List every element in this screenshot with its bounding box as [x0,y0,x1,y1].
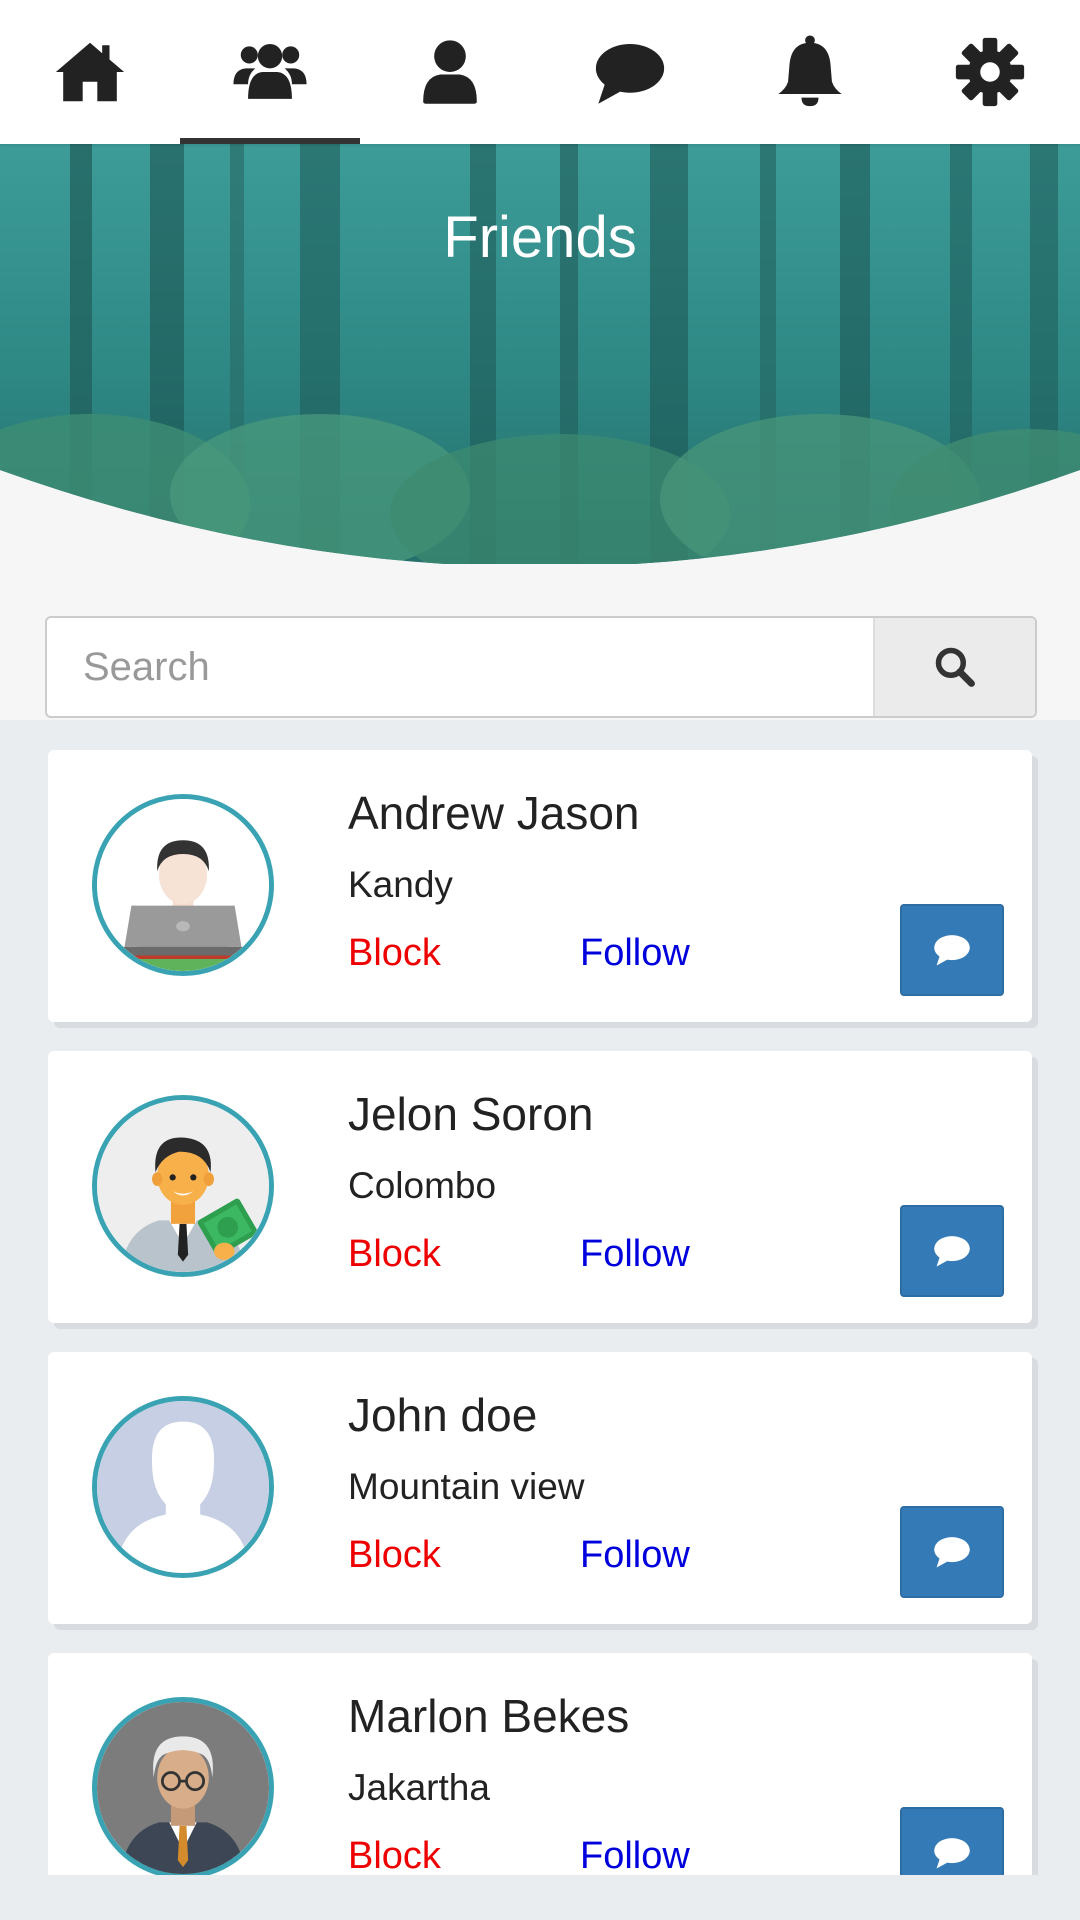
friend-name: John doe [348,1389,538,1441]
search-button[interactable] [873,618,1035,716]
friend-location: Mountain view [348,1466,585,1507]
comment-icon [934,935,970,966]
comment-icon [934,1537,970,1568]
search-icon [935,647,975,687]
friend-name: Marlon Bekes [348,1690,630,1742]
search-input[interactable] [47,618,873,716]
block-link[interactable]: Block [348,1233,441,1276]
man-with-laptop-avatar [97,799,269,971]
tab-notifications[interactable] [720,0,900,144]
bell-icon [778,35,842,107]
friend-location: Kandy [348,864,453,905]
friend-location: Jakartha [348,1767,490,1808]
gear-icon [955,37,1025,107]
friend-card: John doe Mountain view Block Follow [48,1352,1032,1624]
avatar [92,1697,274,1875]
comment-icon [934,1236,970,1267]
home-icon [55,42,125,102]
tab-messages[interactable] [540,0,720,144]
message-button[interactable] [900,1205,1004,1297]
follow-link[interactable]: Follow [580,1835,690,1875]
businessman-with-money-avatar [97,1100,269,1272]
search-section [0,564,1080,720]
avatar [92,1396,274,1578]
tab-home[interactable] [0,0,180,144]
older-man-glasses-avatar [97,1702,269,1874]
message-button[interactable] [900,904,1004,996]
profile-icon [423,40,477,104]
block-link[interactable]: Block [348,932,441,975]
follow-link[interactable]: Follow [580,1534,690,1577]
avatar [92,794,274,976]
chat-icon [595,43,665,104]
avatar [92,1095,274,1277]
follow-link[interactable]: Follow [580,932,690,975]
friends-icon [233,43,307,99]
page-title: Friends [443,205,637,270]
friend-name: Andrew Jason [348,787,640,839]
tab-friends[interactable] [180,0,360,144]
friend-name: Jelon Soron [348,1088,594,1140]
block-link[interactable]: Block [348,1534,441,1577]
friend-card: Marlon Bekes Jakartha Block Follow [48,1653,1032,1875]
friend-card: Jelon Soron Colombo Block Follow [48,1051,1032,1323]
friends-list: Andrew Jason Kandy Block Follow Jelon So… [0,720,1080,1875]
friend-card: Andrew Jason Kandy Block Follow [48,750,1032,1022]
message-button[interactable] [900,1506,1004,1598]
block-link[interactable]: Block [348,1835,441,1875]
comment-icon [934,1838,970,1869]
top-navigation [0,0,1080,144]
follow-link[interactable]: Follow [580,1233,690,1276]
message-button[interactable] [900,1807,1004,1875]
tab-settings[interactable] [900,0,1080,144]
friend-location: Colombo [348,1165,497,1206]
default-silhouette-avatar [97,1401,269,1573]
hero-banner: Friends [0,144,1080,564]
tab-profile[interactable] [360,0,540,144]
search-bar [45,616,1037,718]
